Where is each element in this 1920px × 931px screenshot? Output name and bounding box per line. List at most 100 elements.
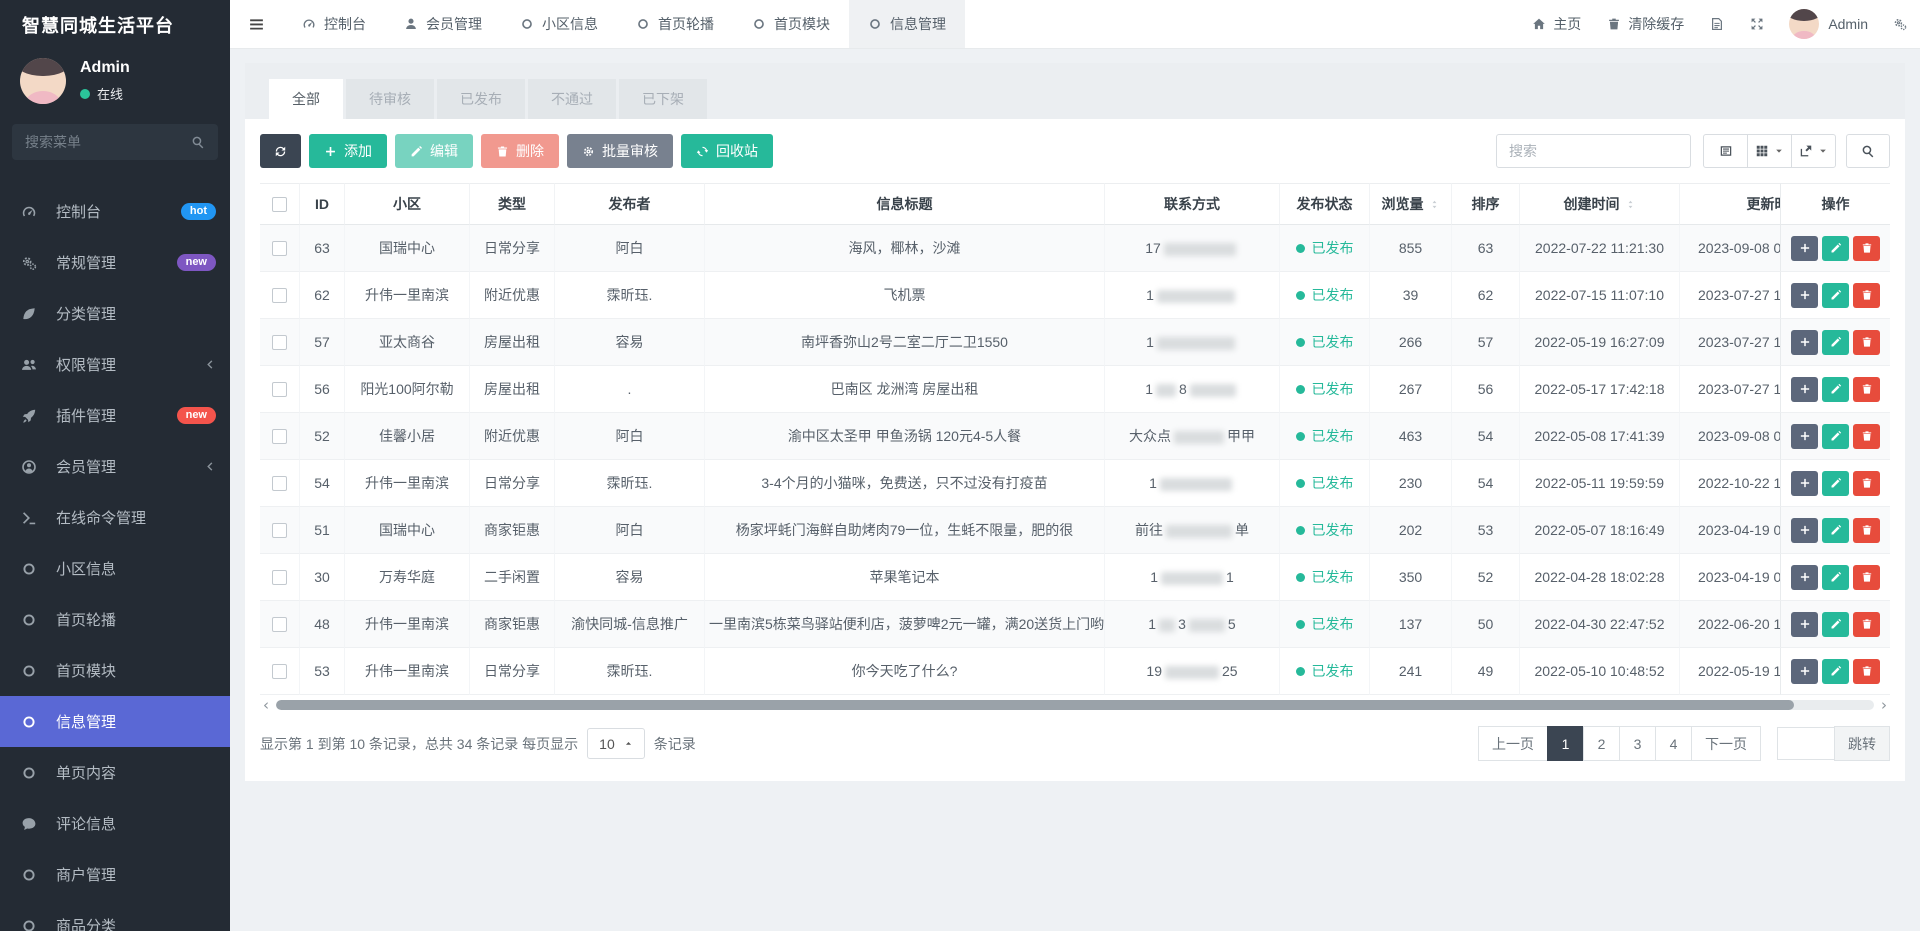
sidebar-item-5[interactable]: 会员管理: [0, 441, 230, 492]
row-checkbox[interactable]: [272, 382, 287, 397]
sidebar-toggle-button[interactable]: [230, 0, 283, 48]
recycle-bin-button[interactable]: 回收站: [681, 134, 773, 168]
row-checkbox[interactable]: [272, 429, 287, 444]
detail-view-button[interactable]: [1703, 134, 1748, 168]
sidebar-item-9[interactable]: 首页模块: [0, 645, 230, 696]
scroll-right-icon[interactable]: ›: [1878, 698, 1890, 713]
scroll-left-icon[interactable]: ‹: [260, 698, 272, 713]
row-delete-button[interactable]: [1853, 424, 1880, 449]
topnav-item-3[interactable]: 首页轮播: [617, 0, 733, 48]
table-search-input[interactable]: [1496, 134, 1691, 168]
home-link[interactable]: 主页: [1519, 0, 1594, 48]
row-edit-button[interactable]: [1822, 471, 1849, 496]
batch-audit-button[interactable]: 批量审核: [567, 134, 673, 168]
page-jump-input[interactable]: [1777, 727, 1835, 760]
fullscreen-button[interactable]: [1737, 0, 1777, 48]
sidebar-item-1[interactable]: 常规管理new: [0, 237, 230, 288]
row-delete-button[interactable]: [1853, 377, 1880, 402]
next-page-button[interactable]: 下一页: [1691, 726, 1761, 761]
row-edit-button[interactable]: [1822, 236, 1849, 261]
row-edit-button[interactable]: [1822, 330, 1849, 355]
delete-button[interactable]: 删除: [481, 134, 559, 168]
column-header[interactable]: 创建时间: [1520, 183, 1680, 225]
row-detail-button[interactable]: [1791, 283, 1818, 308]
sidebar-item-4[interactable]: 插件管理new: [0, 390, 230, 441]
row-delete-button[interactable]: [1853, 236, 1880, 261]
sidebar-item-3[interactable]: 权限管理: [0, 339, 230, 390]
tab-3[interactable]: 不通过: [528, 79, 616, 119]
navbar-user-menu[interactable]: Admin: [1777, 0, 1880, 48]
topnav-item-4[interactable]: 首页模块: [733, 0, 849, 48]
page-button-1[interactable]: 1: [1547, 726, 1584, 761]
row-delete-button[interactable]: [1853, 518, 1880, 543]
add-button[interactable]: 添加: [309, 134, 387, 168]
clear-cache-link[interactable]: 清除缓存: [1594, 0, 1697, 48]
row-checkbox[interactable]: [272, 288, 287, 303]
row-checkbox[interactable]: [272, 664, 287, 679]
sidebar-item-6[interactable]: 在线命令管理: [0, 492, 230, 543]
select-all-checkbox[interactable]: [272, 197, 287, 212]
row-detail-button[interactable]: [1791, 518, 1818, 543]
refresh-button[interactable]: [260, 134, 301, 168]
horizontal-scrollbar[interactable]: ‹ ›: [260, 698, 1890, 712]
edit-button[interactable]: 编辑: [395, 134, 473, 168]
row-edit-button[interactable]: [1822, 612, 1849, 637]
scrollbar-thumb[interactable]: [276, 700, 1794, 710]
sort-icon[interactable]: [1625, 199, 1636, 210]
row-delete-button[interactable]: [1853, 565, 1880, 590]
row-delete-button[interactable]: [1853, 471, 1880, 496]
row-edit-button[interactable]: [1822, 659, 1849, 684]
row-delete-button[interactable]: [1853, 283, 1880, 308]
row-delete-button[interactable]: [1853, 330, 1880, 355]
row-edit-button[interactable]: [1822, 283, 1849, 308]
scrollbar-track[interactable]: [276, 700, 1874, 710]
row-checkbox[interactable]: [272, 476, 287, 491]
sidebar-item-13[interactable]: 商户管理: [0, 849, 230, 900]
sidebar-item-10[interactable]: 信息管理: [0, 696, 230, 747]
user-avatar[interactable]: [20, 58, 66, 104]
row-checkbox[interactable]: [272, 241, 287, 256]
sidebar-item-12[interactable]: 评论信息: [0, 798, 230, 849]
log-viewer-button[interactable]: [1697, 0, 1737, 48]
row-edit-button[interactable]: [1822, 518, 1849, 543]
row-delete-button[interactable]: [1853, 612, 1880, 637]
topnav-item-5[interactable]: 信息管理: [849, 0, 965, 48]
tab-0[interactable]: 全部: [269, 79, 343, 119]
row-detail-button[interactable]: [1791, 612, 1818, 637]
page-size-select[interactable]: 10: [587, 728, 645, 759]
page-button-4[interactable]: 4: [1655, 726, 1692, 761]
page-jump-button[interactable]: 跳转: [1834, 726, 1890, 761]
row-checkbox[interactable]: [272, 570, 287, 585]
row-edit-button[interactable]: [1822, 565, 1849, 590]
tab-4[interactable]: 已下架: [619, 79, 707, 119]
column-header[interactable]: 浏览量: [1370, 183, 1452, 225]
sidebar-item-14[interactable]: 商品分类: [0, 900, 230, 931]
sidebar-item-7[interactable]: 小区信息: [0, 543, 230, 594]
row-detail-button[interactable]: [1791, 424, 1818, 449]
prev-page-button[interactable]: 上一页: [1478, 726, 1548, 761]
page-button-2[interactable]: 2: [1583, 726, 1620, 761]
topnav-item-1[interactable]: 会员管理: [385, 0, 501, 48]
search-submit-button[interactable]: [1846, 134, 1890, 168]
row-checkbox[interactable]: [272, 523, 287, 538]
sidebar-item-2[interactable]: 分类管理: [0, 288, 230, 339]
export-button[interactable]: [1791, 134, 1836, 168]
row-detail-button[interactable]: [1791, 236, 1818, 261]
row-detail-button[interactable]: [1791, 659, 1818, 684]
columns-button[interactable]: [1747, 134, 1792, 168]
settings-button[interactable]: [1880, 0, 1920, 48]
row-detail-button[interactable]: [1791, 377, 1818, 402]
row-detail-button[interactable]: [1791, 471, 1818, 496]
sidebar-item-11[interactable]: 单页内容: [0, 747, 230, 798]
row-checkbox[interactable]: [272, 617, 287, 632]
row-edit-button[interactable]: [1822, 377, 1849, 402]
row-checkbox[interactable]: [272, 335, 287, 350]
tab-2[interactable]: 已发布: [437, 79, 525, 119]
sort-icon[interactable]: [1429, 199, 1440, 210]
row-detail-button[interactable]: [1791, 330, 1818, 355]
row-detail-button[interactable]: [1791, 565, 1818, 590]
row-delete-button[interactable]: [1853, 659, 1880, 684]
sidebar-item-8[interactable]: 首页轮播: [0, 594, 230, 645]
tab-1[interactable]: 待审核: [346, 79, 434, 119]
topnav-item-2[interactable]: 小区信息: [501, 0, 617, 48]
